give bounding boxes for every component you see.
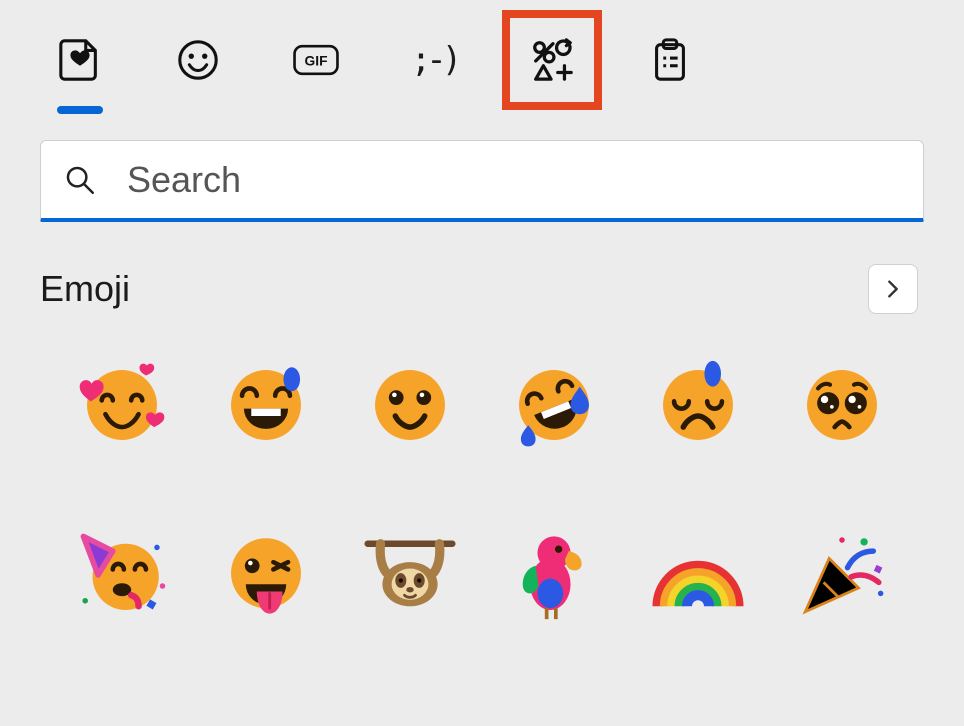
- tab-clipboard[interactable]: [640, 30, 700, 90]
- emoji-rainbow[interactable]: [626, 520, 770, 630]
- emoji-rolling-on-the-floor-laughing[interactable]: [482, 350, 626, 460]
- clipboard-icon: [647, 37, 693, 83]
- emoji-parrot[interactable]: [482, 520, 626, 630]
- tab-gif[interactable]: GIF: [286, 30, 346, 90]
- smiley-icon: [175, 37, 221, 83]
- emoji-section-expand-button[interactable]: [868, 264, 918, 314]
- emoji-party-popper[interactable]: [770, 520, 914, 630]
- emoji-downcast-face-with-sweat[interactable]: [626, 350, 770, 460]
- orange-highlight-box: [502, 10, 602, 110]
- chevron-right-icon: [882, 278, 904, 300]
- tab-symbols[interactable]: [522, 30, 582, 90]
- search-input[interactable]: [125, 158, 901, 202]
- search-box[interactable]: [40, 140, 924, 222]
- emoji-smiling-face-with-hearts[interactable]: [50, 350, 194, 460]
- emoji-partying-face[interactable]: [50, 520, 194, 630]
- emoji-winking-face-with-tongue[interactable]: [194, 520, 338, 630]
- emoji-grinning-face-with-big-eyes[interactable]: [338, 350, 482, 460]
- heart-tray-icon: [57, 37, 103, 83]
- kaomoji-icon: ;-): [411, 40, 457, 80]
- emoji-grinning-face-with-sweat[interactable]: [194, 350, 338, 460]
- emoji-sloth[interactable]: [338, 520, 482, 630]
- active-tab-underline: [57, 106, 103, 114]
- tab-favorites[interactable]: [50, 30, 110, 90]
- svg-text:GIF: GIF: [305, 53, 328, 68]
- tab-emoji[interactable]: [168, 30, 228, 90]
- tab-kaomoji[interactable]: ;-): [404, 30, 464, 90]
- search-icon: [63, 163, 97, 197]
- emoji-pleading-face[interactable]: [770, 350, 914, 460]
- emoji-section-title: Emoji: [40, 268, 130, 310]
- gif-icon: GIF: [293, 37, 339, 83]
- emoji-section-header: Emoji: [40, 264, 924, 314]
- category-tabs: GIF ;-): [40, 30, 924, 90]
- emoji-grid: [40, 350, 924, 630]
